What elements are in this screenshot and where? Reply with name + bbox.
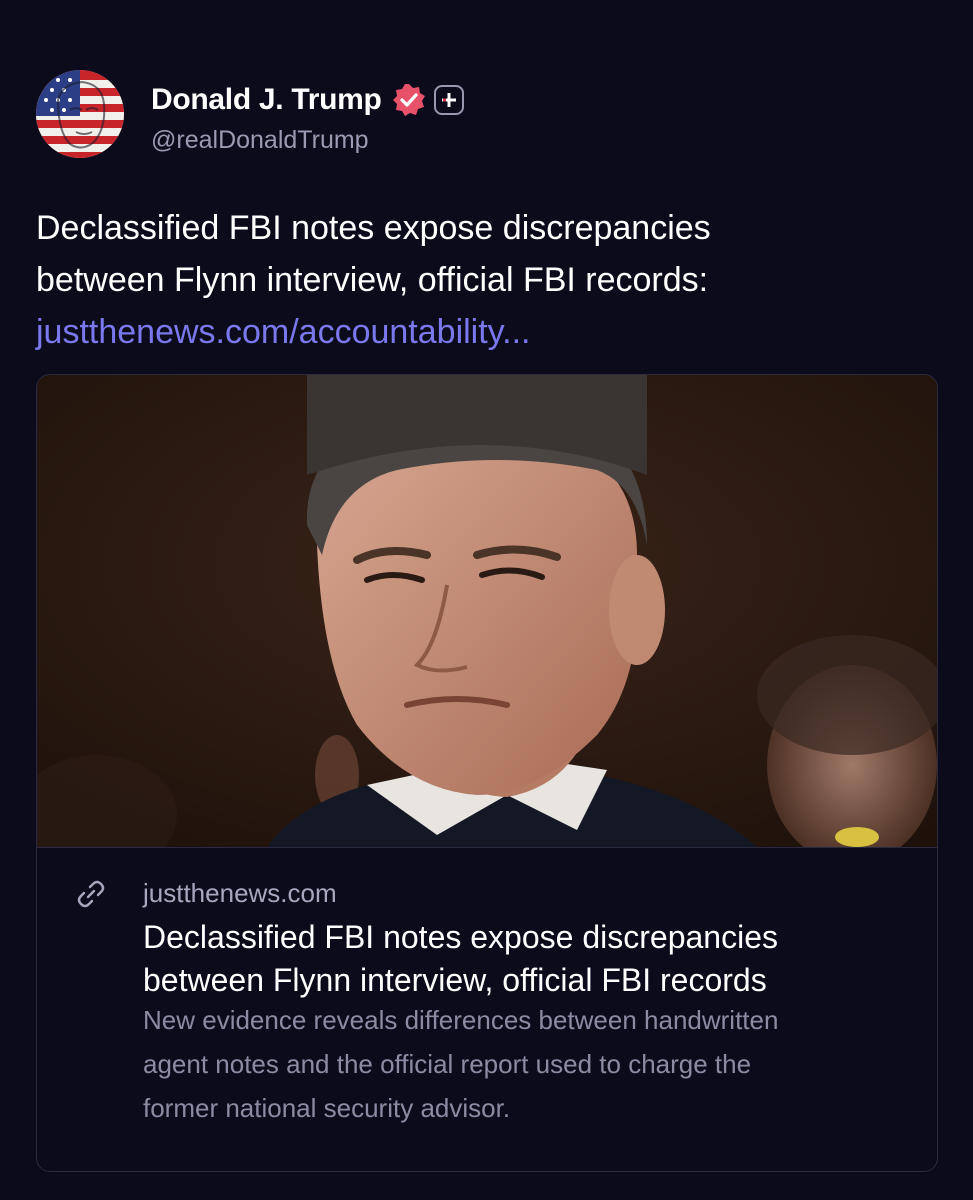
card-meta: justthenews.com Declassified FBI notes e… xyxy=(37,847,937,1171)
name-row: Donald J. Trump xyxy=(151,80,464,120)
card-title-line: between Flynn interview, official FBI re… xyxy=(143,962,767,998)
article-photo[interactable] xyxy=(37,375,937,847)
card-description-line: agent notes and the official report used… xyxy=(143,1049,752,1079)
plus-badge-icon[interactable] xyxy=(433,85,464,115)
avatar[interactable] xyxy=(36,70,124,158)
post-text-line: between Flynn interview, official FBI re… xyxy=(36,261,709,299)
card-description: New evidence reveals differences between… xyxy=(143,998,923,1130)
link-preview-card[interactable]: justthenews.com Declassified FBI notes e… xyxy=(36,374,938,1172)
post-container: Donald J. Trump @realDonaldTrump Declass… xyxy=(0,0,973,1200)
card-description-line: former national security advisor. xyxy=(143,1093,511,1123)
author-handle[interactable]: @realDonaldTrump xyxy=(151,126,464,155)
post-text: Declassified FBI notes expose discrepanc… xyxy=(36,202,936,358)
post-header: Donald J. Trump @realDonaldTrump xyxy=(36,70,464,158)
card-description-line: New evidence reveals differences between… xyxy=(143,1005,779,1035)
card-domain: justthenews.com xyxy=(143,878,337,908)
verified-badge-icon xyxy=(392,83,426,117)
author-names: Donald J. Trump @realDonaldTrump xyxy=(151,80,464,155)
link-chain-icon xyxy=(75,878,107,910)
post-link[interactable]: justthenews.com/accountability... xyxy=(36,306,936,358)
card-title-line: Declassified FBI notes expose discrepanc… xyxy=(143,919,778,955)
post-text-line: Declassified FBI notes expose discrepanc… xyxy=(36,209,711,247)
flag-face-avatar-icon xyxy=(36,70,124,158)
author-display-name[interactable]: Donald J. Trump xyxy=(151,83,382,117)
card-title[interactable]: Declassified FBI notes expose discrepanc… xyxy=(143,916,923,1002)
